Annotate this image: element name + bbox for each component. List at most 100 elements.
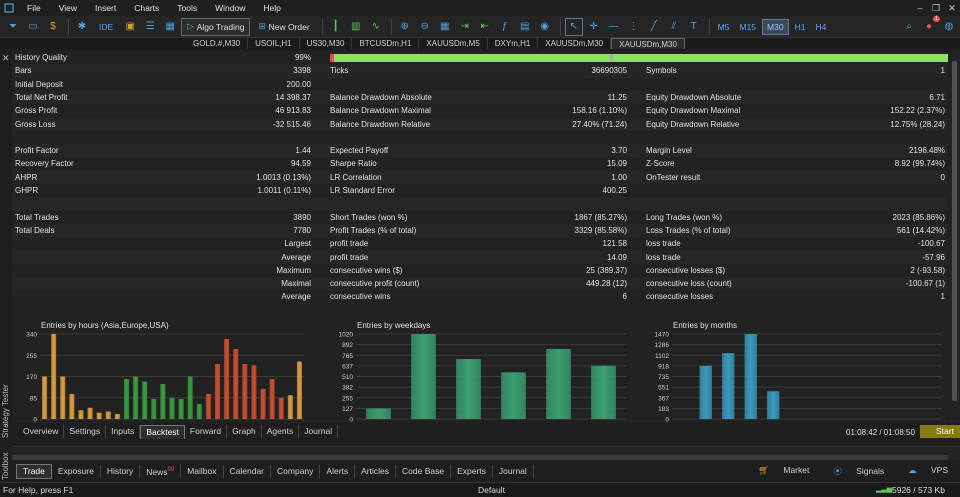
- line-chart-icon[interactable]: ∿: [367, 18, 385, 36]
- tab-alerts[interactable]: Alerts: [320, 464, 356, 478]
- indicators-icon[interactable]: ƒ: [496, 18, 514, 36]
- toolbox-side-label[interactable]: Toolbox: [1, 452, 10, 480]
- chart-type-icon[interactable]: ⏷: [4, 18, 22, 36]
- tab-agents[interactable]: Agents: [262, 425, 300, 438]
- channel-icon[interactable]: ⫽: [665, 18, 683, 36]
- scrollbar-thumb[interactable]: [952, 61, 957, 401]
- tab-trade[interactable]: Trade: [16, 463, 52, 479]
- menu-help[interactable]: Help: [254, 0, 289, 16]
- new-order-button[interactable]: ⊞ New Order: [252, 18, 315, 36]
- chart-tab[interactable]: US30,M30: [300, 38, 353, 49]
- restore-icon[interactable]: ❐: [928, 3, 944, 14]
- tab-history[interactable]: History: [101, 464, 141, 478]
- toolbar-divider: [321, 18, 323, 35]
- tab-exposure[interactable]: Exposure: [52, 464, 101, 478]
- tab-graph[interactable]: Graph: [227, 425, 262, 438]
- market-watch-icon[interactable]: ▦: [161, 18, 179, 36]
- tab-experts[interactable]: Experts: [451, 464, 493, 478]
- tab-forward[interactable]: Forward: [185, 425, 228, 438]
- trendline-icon[interactable]: ╱: [645, 18, 663, 36]
- zoom-out-icon[interactable]: ⊖: [416, 18, 434, 36]
- signals-button[interactable]: ⦿ Signals: [821, 465, 896, 477]
- briefcase-icon[interactable]: ▣: [121, 18, 139, 36]
- menu-tools[interactable]: Tools: [168, 0, 206, 16]
- equity-dd-rel-value: 12.75% (28.24): [890, 119, 945, 129]
- profit-trades-label: Profit Trades (% of total): [330, 225, 417, 235]
- timeframe-m15[interactable]: M15: [735, 19, 760, 35]
- report-row: Average profit trade 14.09 loss trade -5…: [12, 250, 948, 264]
- candles-icon[interactable]: ▥: [347, 18, 365, 36]
- chart-tab[interactable]: USOIL,H1: [248, 38, 300, 49]
- tile-windows-icon[interactable]: ▦: [436, 18, 454, 36]
- chart-tab[interactable]: GOLD.#,M30: [186, 38, 249, 49]
- timeframe-m5[interactable]: M5: [714, 19, 734, 35]
- menu-window[interactable]: Window: [206, 0, 254, 16]
- chart-tab[interactable]: DXYm,H1: [488, 38, 539, 49]
- y-tick-label: 255: [342, 395, 353, 402]
- initial-deposit-label: Initial Deposit: [15, 79, 64, 89]
- chart-tab[interactable]: BTCUSDm,H1: [352, 38, 420, 49]
- chart-bar: [196, 404, 202, 419]
- horizontal-line-icon[interactable]: —: [605, 18, 623, 36]
- menu-view[interactable]: View: [50, 0, 86, 16]
- tab-journal[interactable]: Journal: [299, 425, 339, 438]
- new-chart-icon[interactable]: ▭: [24, 18, 42, 36]
- menu-file[interactable]: File: [18, 0, 50, 16]
- bar-chart-icon[interactable]: ┃: [327, 18, 345, 36]
- scroll-chart-icon[interactable]: ⇥: [456, 18, 474, 36]
- y-tick-label: 382: [342, 385, 353, 392]
- start-button[interactable]: Start: [920, 425, 960, 438]
- vps-button[interactable]: ☁ VPS: [896, 465, 960, 477]
- chart-bar: [178, 399, 184, 419]
- chart-tab[interactable]: XAUUSDm,M30: [538, 38, 612, 49]
- tab-settings[interactable]: Settings: [64, 425, 107, 438]
- tab-journal[interactable]: Journal: [493, 464, 534, 478]
- tab-overview[interactable]: Overview: [18, 425, 65, 438]
- dollar-icon[interactable]: $: [44, 18, 62, 36]
- toolbox-scrollbar[interactable]: [12, 455, 948, 460]
- tab-articles[interactable]: Articles: [355, 464, 397, 478]
- menu-charts[interactable]: Charts: [125, 0, 168, 16]
- chart-tab[interactable]: XAUUSDm,M5: [419, 38, 488, 49]
- vertical-line-icon[interactable]: ⋮: [625, 18, 643, 36]
- notifications-icon[interactable]: ● 1: [920, 15, 940, 36]
- report-scrollbar[interactable]: [949, 51, 960, 423]
- chart-bar: [105, 411, 111, 419]
- ticks-label: Ticks: [330, 66, 349, 76]
- timeframe-h1[interactable]: H1: [791, 19, 810, 35]
- cursor-icon[interactable]: ↖: [564, 17, 583, 36]
- main-toolbar: ⏷ ▭ $ ✱ IDE ▣ ☰ ▦ ▷ Algo Trading ⊞ New O…: [0, 15, 960, 38]
- screenshot-icon[interactable]: ◉: [536, 18, 554, 36]
- navigator-icon[interactable]: ☰: [141, 18, 159, 36]
- metaeditor-icon[interactable]: ✱: [73, 18, 91, 36]
- long-trades-value: 2023 (85.86%): [892, 212, 945, 222]
- chart-tab-active[interactable]: XAUUSDm,M30: [611, 38, 685, 49]
- search-icon[interactable]: ⌕: [900, 18, 918, 36]
- tab-news[interactable]: News99: [140, 463, 182, 479]
- chart-shift-icon[interactable]: ⇤: [476, 18, 494, 36]
- text-icon[interactable]: T: [685, 18, 703, 36]
- tab-mailbox[interactable]: Mailbox: [181, 464, 224, 478]
- close-icon[interactable]: ✕: [944, 3, 960, 14]
- timeframe-m30[interactable]: M30: [762, 18, 789, 35]
- minimize-icon[interactable]: –: [912, 3, 928, 14]
- tester-close-icon[interactable]: ✕: [2, 53, 10, 64]
- strategy-tester-side-label[interactable]: Strategy Tester: [1, 384, 10, 438]
- tab-calendar[interactable]: Calendar: [224, 464, 272, 478]
- status-bar: For Help, press F1 Default ▂▃▅ 5926 / 57…: [0, 482, 960, 497]
- zoom-in-icon[interactable]: ⊕: [396, 18, 414, 36]
- tab-inputs[interactable]: Inputs: [106, 425, 141, 438]
- tab-backtest[interactable]: Backtest: [140, 424, 185, 439]
- algo-trading-button[interactable]: ▷ Algo Trading: [181, 17, 251, 36]
- timeframe-h4[interactable]: H4: [811, 19, 830, 35]
- crosshair-icon[interactable]: ✛: [585, 18, 603, 36]
- tab-code-base[interactable]: Code Base: [396, 464, 452, 478]
- maximal-loss-label: consecutive loss (count): [646, 279, 732, 289]
- tab-company[interactable]: Company: [271, 464, 321, 478]
- ide-button[interactable]: IDE: [93, 18, 119, 36]
- account-icon[interactable]: ◍: [940, 18, 958, 36]
- templates-icon[interactable]: ▤: [516, 18, 534, 36]
- market-button[interactable]: 🛒︎ Market: [746, 465, 821, 477]
- menu-insert[interactable]: Insert: [86, 0, 125, 16]
- lr-std-error-value: 400.25: [602, 186, 627, 195]
